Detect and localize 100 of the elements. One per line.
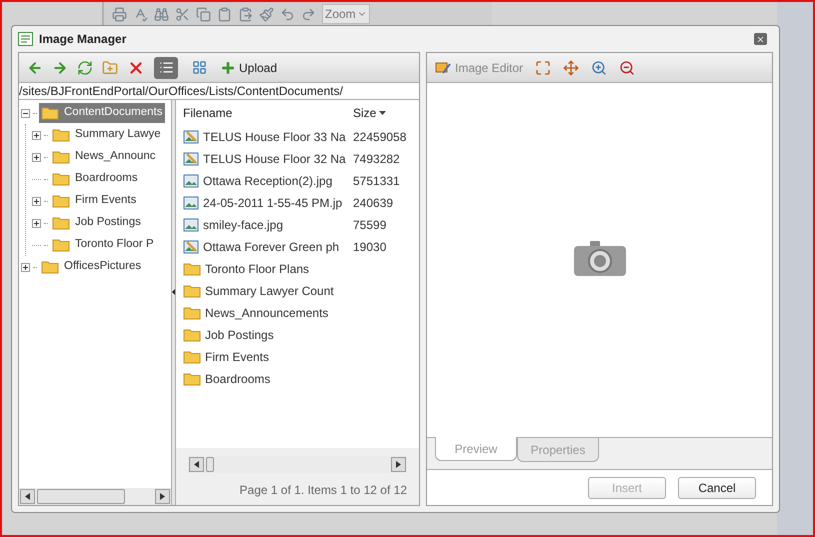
refresh-icon[interactable]	[77, 60, 93, 76]
folder-icon	[41, 260, 59, 274]
file-row[interactable]: Ottawa Forever Green ph 19030	[176, 236, 419, 258]
file-row[interactable]: TELUS House Floor 32 Na 7493282	[176, 148, 419, 170]
scroll-thumb[interactable]	[37, 489, 125, 504]
file-name: Boardrooms	[205, 371, 270, 388]
tree-item[interactable]: News_Announc	[50, 147, 159, 167]
upload-button[interactable]: Upload	[220, 58, 278, 76]
file-size: 240639	[353, 195, 394, 212]
plus-icon	[33, 220, 40, 226]
folder-icon	[52, 172, 70, 186]
brush-icon[interactable]	[259, 6, 274, 22]
scroll-left-button[interactable]	[189, 457, 204, 472]
expand-toggle[interactable]	[32, 130, 41, 140]
tree-item[interactable]: Summary Lawye	[50, 125, 164, 145]
file-name: Toronto Floor Plans	[205, 261, 310, 278]
forward-arrow-icon[interactable]	[52, 60, 68, 76]
copy-icon[interactable]	[196, 6, 211, 22]
fit-icon[interactable]	[535, 60, 552, 76]
column-header[interactable]: Size	[353, 104, 386, 122]
image-pencil-icon	[183, 239, 199, 255]
file-row[interactable]: Job Postings	[176, 324, 419, 346]
folder-icon	[52, 238, 70, 252]
expand-toggle[interactable]	[32, 196, 41, 206]
image-pencil-icon	[183, 151, 199, 167]
file-name: Summary Lawyer Count	[205, 283, 334, 300]
dialog-button[interactable]: Cancel	[678, 476, 756, 498]
collapse-arrow-icon[interactable]	[172, 288, 175, 296]
right-arrow-icon	[396, 461, 401, 468]
close-icon	[756, 34, 765, 44]
file-size: 22459058	[353, 129, 406, 146]
scissors-icon[interactable]	[175, 6, 190, 22]
file-name: Job Postings	[205, 327, 274, 344]
folder-icon	[52, 128, 70, 142]
file-row[interactable]: TELUS House Floor 33 Na 22459058	[176, 126, 419, 148]
image-icon	[183, 195, 199, 211]
paste-icon[interactable]	[238, 6, 253, 22]
file-name: Ottawa Reception(2).jpg	[203, 173, 332, 190]
file-row[interactable]: smiley-face.jpg 75599	[176, 214, 419, 236]
file-name: TELUS House Floor 32 Na	[203, 151, 346, 168]
file-row[interactable]: News_Announcements	[176, 302, 419, 324]
undo-icon[interactable]	[280, 6, 295, 22]
file-row[interactable]: Ottawa Reception(2).jpg 5751331	[176, 170, 419, 192]
file-row[interactable]: Summary Lawyer Count	[176, 280, 419, 302]
scroll-right-button[interactable]	[391, 457, 406, 472]
file-name: News_Announcements	[205, 305, 328, 322]
image-pencil-icon	[435, 60, 452, 74]
path-field[interactable]: /sites/BJFrontEndPortal/OurOffices/Lists/ContentDocuments/	[19, 83, 419, 100]
file-name: Ottawa Forever Green ph	[203, 239, 340, 256]
plus-icon	[33, 154, 40, 160]
tree-item[interactable]: OfficesPictures	[39, 257, 144, 277]
zoom-dropdown[interactable]: Zoom	[322, 4, 370, 24]
file-name: 24-05-2011 1-55-45 PM.jp	[203, 195, 342, 212]
binoculars-icon[interactable]	[154, 6, 169, 22]
file-size: 75599	[353, 217, 386, 234]
expand-toggle[interactable]	[32, 218, 41, 228]
folder-icon	[52, 150, 70, 164]
spellcheck-icon[interactable]	[133, 6, 148, 22]
tree-item[interactable]: Job Postings	[50, 213, 144, 233]
redo-icon[interactable]	[301, 6, 316, 22]
scroll-left-button[interactable]	[20, 489, 35, 504]
sort-caret-icon	[379, 111, 386, 115]
folder-icon	[183, 372, 201, 386]
plus-icon	[33, 132, 40, 138]
close-button[interactable]	[754, 33, 767, 45]
folder-icon	[41, 106, 59, 120]
tree-item[interactable]: ContentDocuments	[39, 103, 166, 123]
folder-icon	[183, 262, 201, 276]
file-name: smiley-face.jpg	[203, 217, 284, 234]
zoom-out-icon[interactable]	[619, 60, 636, 76]
plus-icon	[33, 198, 40, 204]
file-row[interactable]: Toronto Floor Plans	[176, 258, 419, 280]
details-view-button[interactable]	[154, 56, 178, 78]
tree-item[interactable]: Boardrooms	[50, 169, 141, 189]
scroll-thumb[interactable]	[206, 457, 214, 472]
file-size: 5751331	[353, 173, 400, 190]
folder-icon	[183, 284, 201, 298]
new-folder-icon[interactable]	[102, 60, 118, 76]
printer-icon[interactable]	[112, 6, 127, 22]
file-size: 7493282	[353, 151, 400, 168]
zoom-in-icon[interactable]	[591, 60, 608, 76]
horizontal-scrollbar[interactable]	[188, 456, 407, 473]
expand-toggle[interactable]	[21, 262, 30, 272]
grid-icon	[192, 60, 206, 75]
folder-icon	[52, 194, 70, 208]
folder-icon	[52, 216, 70, 230]
clipboard-icon[interactable]	[217, 6, 232, 22]
file-row[interactable]: Firm Events	[176, 346, 419, 368]
horizontal-scrollbar[interactable]	[19, 488, 171, 505]
file-row[interactable]: 24-05-2011 1-55-45 PM.jp 240639	[176, 192, 419, 214]
column-header[interactable]: Filename	[183, 104, 353, 122]
expand-toggle[interactable]	[32, 152, 41, 162]
file-row[interactable]: Boardrooms	[176, 368, 419, 390]
collapse-toggle[interactable]	[21, 108, 30, 118]
tree-item[interactable]: Toronto Floor P	[50, 235, 157, 255]
folder-icon	[183, 350, 201, 364]
pager-text: Page 1 of 1. Items 1 to 12 of 12	[238, 482, 407, 499]
folder-icon	[183, 328, 201, 342]
scroll-right-button[interactable]	[155, 489, 170, 504]
tree-item[interactable]: Firm Events	[50, 191, 140, 211]
